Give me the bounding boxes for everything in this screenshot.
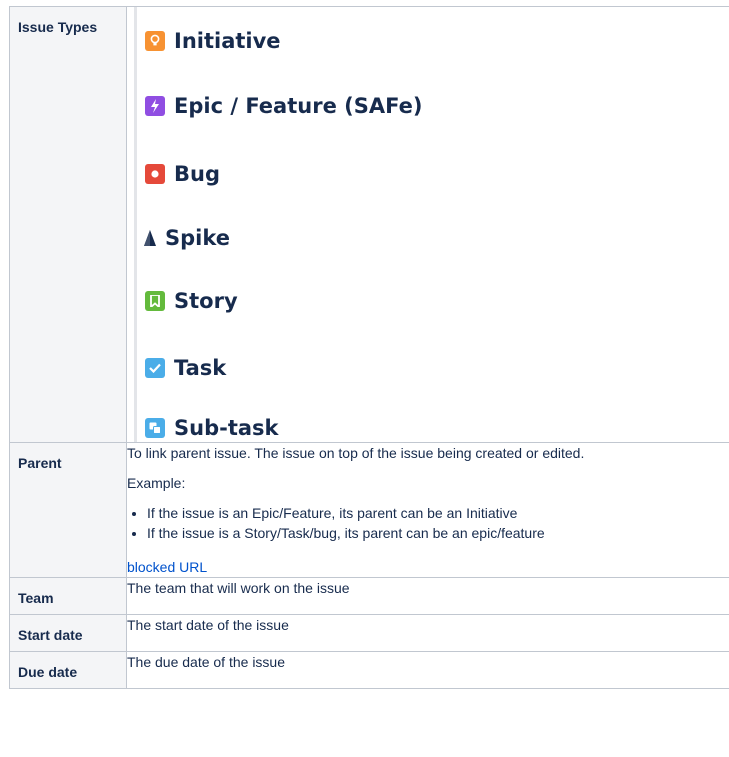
header-issue-types: Issue Types — [18, 19, 98, 35]
issue-type-subtask: Sub-task — [145, 416, 279, 440]
header-team: Team — [18, 590, 54, 606]
example-list: If the issue is an Epic/Feature, its par… — [127, 503, 729, 543]
lightning-icon — [145, 96, 165, 116]
issue-type-label: Bug — [174, 162, 220, 186]
header-cell: Issue Types — [9, 6, 127, 443]
lightbulb-icon — [145, 31, 165, 51]
issue-type-label: Epic / Feature (SAFe) — [174, 94, 423, 118]
checkbox-icon — [145, 358, 165, 378]
list-item: If the issue is a Story/Task/bug, its pa… — [147, 523, 729, 543]
spike-icon — [143, 228, 157, 248]
table-row-issue-types: Issue Types Initiative Epic / Feature (S… — [9, 6, 729, 443]
table-row-due-date: Due date The due date of the issue — [9, 651, 729, 689]
fields-table: Issue Types Initiative Epic / Feature (S… — [9, 6, 729, 689]
issue-type-label: Task — [174, 356, 227, 380]
bookmark-icon — [145, 291, 165, 311]
list-item: If the issue is an Epic/Feature, its par… — [147, 503, 729, 523]
parent-description: To link parent issue. The issue on top o… — [127, 445, 585, 461]
header-cell: Start date — [9, 614, 127, 652]
issue-type-label: Sub-task — [174, 416, 279, 440]
header-due-date: Due date — [18, 664, 78, 680]
issue-type-story: Story — [145, 289, 238, 313]
header-parent: Parent — [18, 455, 62, 471]
issue-type-label: Spike — [165, 226, 230, 250]
issue-type-epic: Epic / Feature (SAFe) — [145, 94, 422, 118]
table-row-team: Team The team that will work on the issu… — [9, 577, 729, 615]
subtask-icon — [145, 418, 165, 438]
header-start-date: Start date — [18, 627, 83, 643]
table-row-parent: Parent To link parent issue. The issue o… — [9, 442, 729, 578]
header-cell: Parent — [9, 442, 127, 578]
header-cell: Due date — [9, 651, 127, 689]
issue-type-initiative: Initiative — [145, 29, 281, 53]
issue-types-image-cell: Initiative Epic / Feature (SAFe) Bug Spi… — [126, 6, 729, 443]
issue-type-bug: Bug — [145, 162, 220, 186]
parent-description-cell: To link parent issue. The issue on top o… — [126, 442, 729, 578]
table-row-start-date: Start date The start date of the issue — [9, 614, 729, 652]
start-date-description: The start date of the issue — [126, 614, 729, 652]
issue-type-spike: Spike — [143, 226, 230, 250]
issue-type-label: Story — [174, 289, 238, 313]
issue-type-label: Initiative — [174, 29, 281, 53]
issue-types-image: Initiative Epic / Feature (SAFe) Bug Spi… — [134, 7, 729, 442]
due-date-description: The due date of the issue — [126, 651, 729, 689]
blocked-url-link[interactable]: blocked URL — [127, 559, 207, 575]
team-description: The team that will work on the issue — [126, 577, 729, 615]
header-cell: Team — [9, 577, 127, 615]
page-content: Issue Types Initiative Epic / Feature (S… — [9, 6, 729, 689]
example-label: Example: — [127, 475, 186, 491]
bug-dot-icon — [145, 164, 165, 184]
issue-type-task: Task — [145, 356, 226, 380]
